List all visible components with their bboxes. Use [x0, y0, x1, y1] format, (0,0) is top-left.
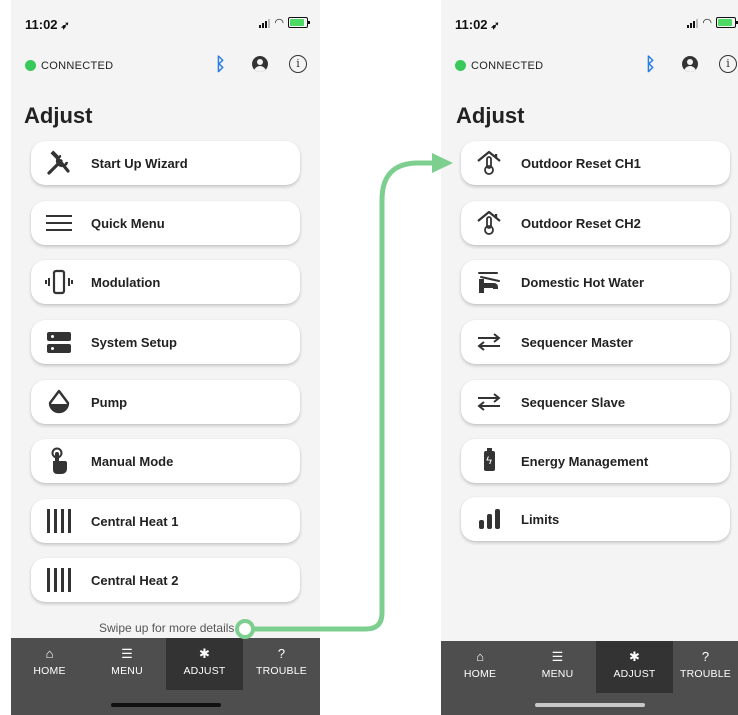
- swipe-origin-marker: [235, 619, 255, 639]
- navigation-arrow: [235, 153, 453, 639]
